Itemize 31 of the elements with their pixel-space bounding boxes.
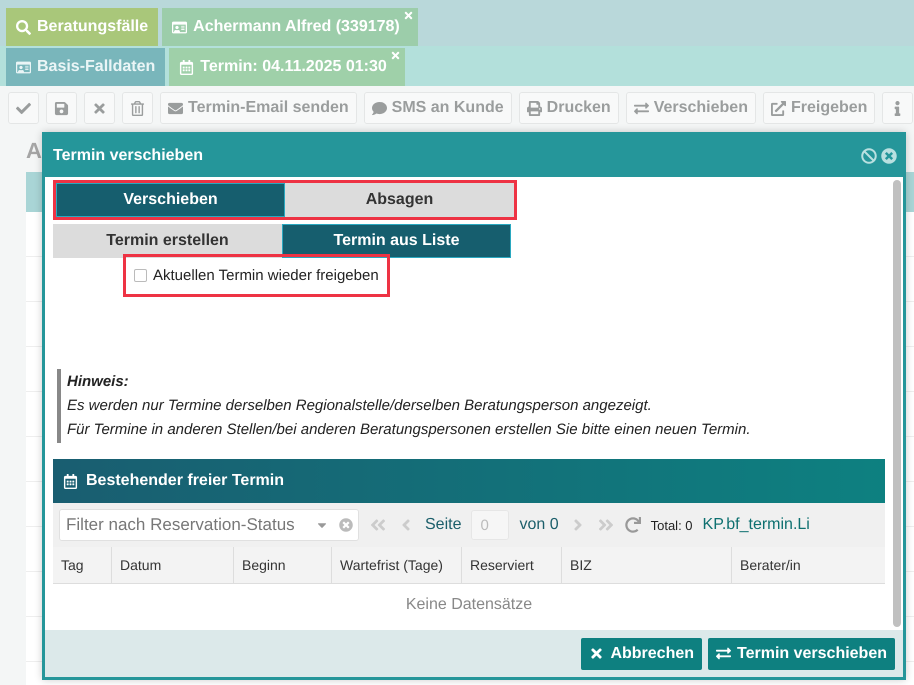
segment-tab[interactable]: Verschieben bbox=[56, 183, 285, 217]
hint-title: Hinweis: bbox=[67, 373, 129, 390]
column-header[interactable]: Datum bbox=[111, 547, 233, 583]
page-count: von 0 bbox=[519, 516, 559, 534]
footer-button[interactable]: Abbrechen bbox=[581, 638, 702, 670]
column-header[interactable]: Reserviert bbox=[461, 547, 561, 583]
toolbar-button[interactable]: Termin-Email senden bbox=[160, 92, 357, 124]
segment-tab[interactable]: Absagen bbox=[285, 183, 514, 217]
toolbar-button[interactable]: Freigeben bbox=[762, 92, 876, 124]
page-label: Seite bbox=[425, 516, 462, 534]
hint-text: Für Termine in anderen Stellen/bei anderen Beratungspersonen erstellen Sie bitte einen neuen Termin. bbox=[67, 421, 750, 438]
list-link[interactable]: KP.bf_termin.Li bbox=[702, 516, 810, 534]
column-header[interactable]: Berater/in bbox=[731, 547, 885, 583]
toolbar-button[interactable]: SMS an Kunde bbox=[364, 92, 512, 124]
column-header[interactable]: BIZ bbox=[561, 547, 731, 583]
page-heading: A bbox=[26, 138, 42, 163]
segment-tab[interactable]: Termin erstellen bbox=[53, 224, 282, 258]
toolbar-button[interactable]: Drucken bbox=[518, 92, 619, 124]
filter-field[interactable]: Filter nach Reservation-Status bbox=[59, 509, 359, 541]
empty-message: Keine Datensätze bbox=[406, 596, 532, 613]
column-header[interactable]: Tag bbox=[53, 547, 111, 583]
panel-title: Bestehender freier Termin bbox=[86, 472, 284, 490]
total-count: Total: 0 bbox=[650, 518, 693, 532]
hint-text: Es werden nur Termine derselben Regionalstelle/derselben Beratungsperson angezeigt. bbox=[67, 397, 652, 414]
segment-tab[interactable]: Termin aus Liste bbox=[282, 224, 511, 258]
checkbox-label: Aktuellen Termin wieder freigeben bbox=[153, 267, 379, 284]
dialog-title: Termin verschieben bbox=[53, 147, 204, 165]
column-header[interactable]: Beginn bbox=[233, 547, 331, 583]
column-header[interactable]: Wartefrist (Tage) bbox=[331, 547, 461, 583]
footer-button[interactable]: Termin verschieben bbox=[708, 638, 895, 670]
toolbar-button[interactable]: Verschieben bbox=[626, 92, 756, 124]
